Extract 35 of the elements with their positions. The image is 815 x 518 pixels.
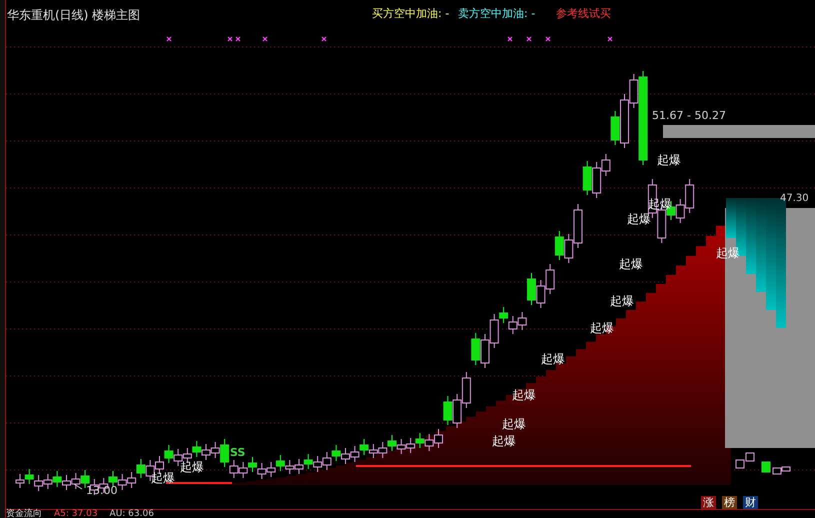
cross-mark (235, 36, 241, 42)
shortcut-badge[interactable]: 财 (743, 496, 758, 509)
signal-label: 起爆 (151, 472, 175, 484)
signal-label: 起爆 (502, 418, 526, 430)
cross-mark (507, 36, 513, 42)
indicator-label: 卖方空中加油: - (458, 6, 536, 22)
indicator-label: 参考线试买 (556, 6, 611, 22)
shortcut-badge[interactable]: 榜 (722, 496, 737, 509)
ss-mark: SS (230, 447, 246, 458)
signal-label: 起爆 (627, 213, 651, 225)
cross-mark (526, 36, 532, 42)
price-range-label: 51.67 - 50.27 (652, 110, 726, 121)
chart-title: 华东重机(日线) 楼梯主图 (7, 7, 140, 24)
footer-value: A5: 37.03 (54, 510, 98, 518)
footer-value: AU: 63.06 (110, 510, 154, 518)
cross-mark (166, 36, 172, 42)
signal-label: 起爆 (541, 353, 565, 365)
cross-mark (227, 36, 233, 42)
signal-label: 起爆 (619, 258, 643, 270)
signal-label: 起爆 (180, 461, 204, 473)
cross-mark (321, 36, 327, 42)
cross-mark (545, 36, 551, 42)
signal-label: 起爆 (492, 435, 516, 447)
signal-label: 起爆 (610, 295, 634, 307)
shortcut-badge[interactable]: 涨 (701, 496, 716, 509)
signal-label: 起爆 (512, 389, 536, 401)
leader-line (74, 484, 82, 490)
cross-mark (607, 36, 613, 42)
cross-mark (262, 36, 268, 42)
indicator-label: 买方空中加油: - (372, 6, 450, 22)
signal-label: 起爆 (657, 154, 681, 166)
footer-title: 资金流向 (6, 510, 42, 518)
price-label: 47.30 (780, 194, 809, 204)
signal-label: 起爆 (590, 322, 614, 334)
support-line (166, 482, 232, 484)
